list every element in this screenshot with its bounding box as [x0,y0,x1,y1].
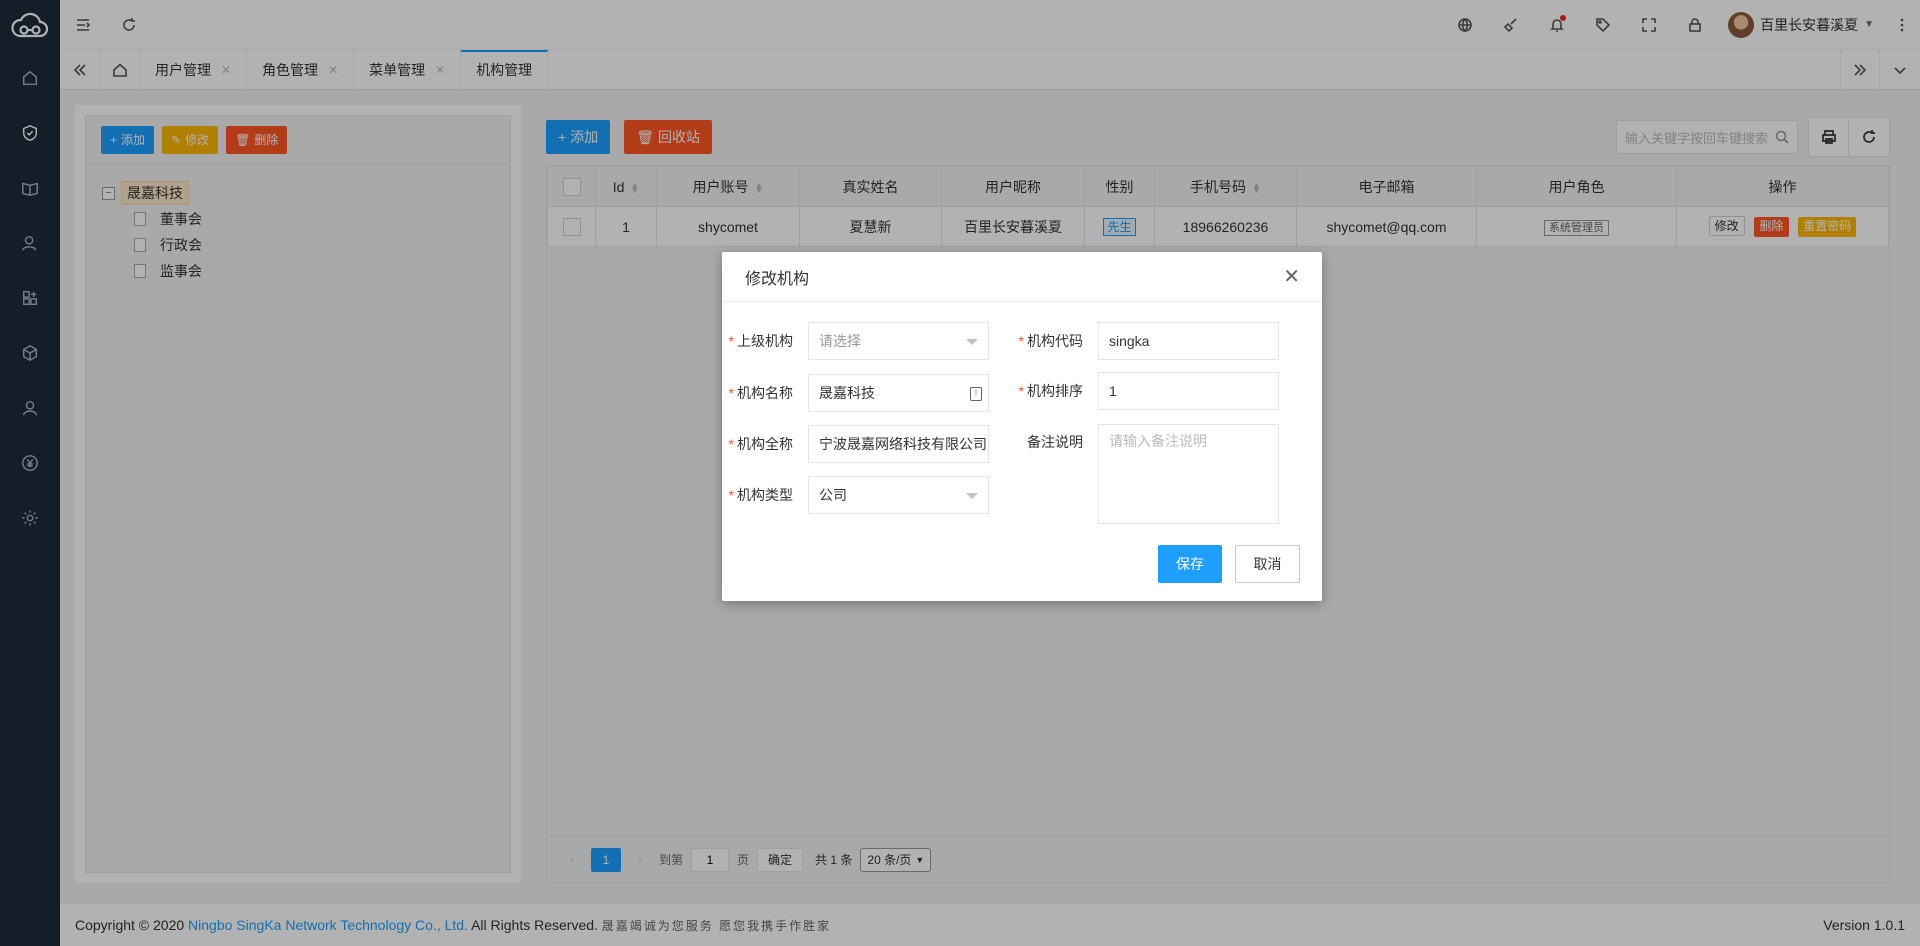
save-button[interactable]: 保存 [1158,545,1222,583]
label-text: 机构类型 [737,487,793,503]
remark-textarea[interactable]: 请输入备注说明 [1098,424,1279,524]
org-code-row: * 机构代码 singka [1012,322,1279,360]
input-value: 宁波晟嘉网络科技有限公司 [819,436,987,452]
required-mark: * [728,385,734,401]
field-label: * 上级机构 [722,331,808,351]
label-text: 机构全称 [737,436,793,452]
dialog-title: 修改机构 [745,270,810,288]
field-label: * 机构全称 [722,434,808,454]
select-placeholder: 请选择 [819,333,861,349]
org-form: * 上级机构 请选择 * 机构名称 晟嘉科技 ! * 机构全称 宁波晟嘉网络科技有限公… [722,302,1322,601]
org-type-row: * 机构类型 公司 [722,476,989,514]
remark-row: 备注说明 请输入备注说明 [1012,424,1279,524]
org-name-row: * 机构名称 晟嘉科技 ! [722,374,989,412]
edit-org-dialog: 修改机构 ✕ * 上级机构 请选择 * 机构名称 晟嘉科技 ! * 机构全称 宁波晟嘉… [722,252,1322,601]
required-mark: * [1018,383,1024,399]
label-text: 备注说明 [1027,434,1083,450]
input-value: singka [1109,333,1150,349]
required-mark: * [728,487,734,503]
select-value: 公司 [819,487,847,503]
field-label: * 机构代码 [1012,331,1098,351]
org-fullname-input[interactable]: 宁波晟嘉网络科技有限公司 [808,425,989,463]
label-text: 机构代码 [1027,333,1083,349]
parent-org-select[interactable]: 请选择 [808,322,989,360]
required-mark: * [728,333,734,349]
org-sort-input[interactable]: 1 [1098,372,1279,410]
org-sort-row: * 机构排序 1 [1012,372,1279,410]
close-icon[interactable]: ✕ [1283,264,1300,289]
org-code-input[interactable]: singka [1098,322,1279,360]
keyboard-icon: ! [970,387,982,401]
label-text: 上级机构 [737,333,793,349]
input-value: 晟嘉科技 [819,385,875,401]
field-label: * 机构类型 [722,485,808,505]
org-name-input[interactable]: 晟嘉科技 ! [808,374,989,412]
caret-down-icon [966,493,978,499]
required-mark: * [728,436,734,452]
label-text: 机构排序 [1027,383,1083,399]
org-fullname-row: * 机构全称 宁波晟嘉网络科技有限公司 [722,425,989,463]
field-label: 备注说明 [1012,424,1098,452]
field-label: * 机构排序 [1012,381,1098,401]
required-mark: * [1018,333,1024,349]
parent-org-row: * 上级机构 请选择 [722,322,989,360]
org-type-select[interactable]: 公司 [808,476,989,514]
field-label: * 机构名称 [722,383,808,403]
input-value: 1 [1109,383,1117,399]
textarea-placeholder: 请输入备注说明 [1109,433,1207,449]
caret-down-icon [966,339,978,345]
cancel-button[interactable]: 取消 [1235,545,1300,583]
label-text: 机构名称 [737,385,793,401]
